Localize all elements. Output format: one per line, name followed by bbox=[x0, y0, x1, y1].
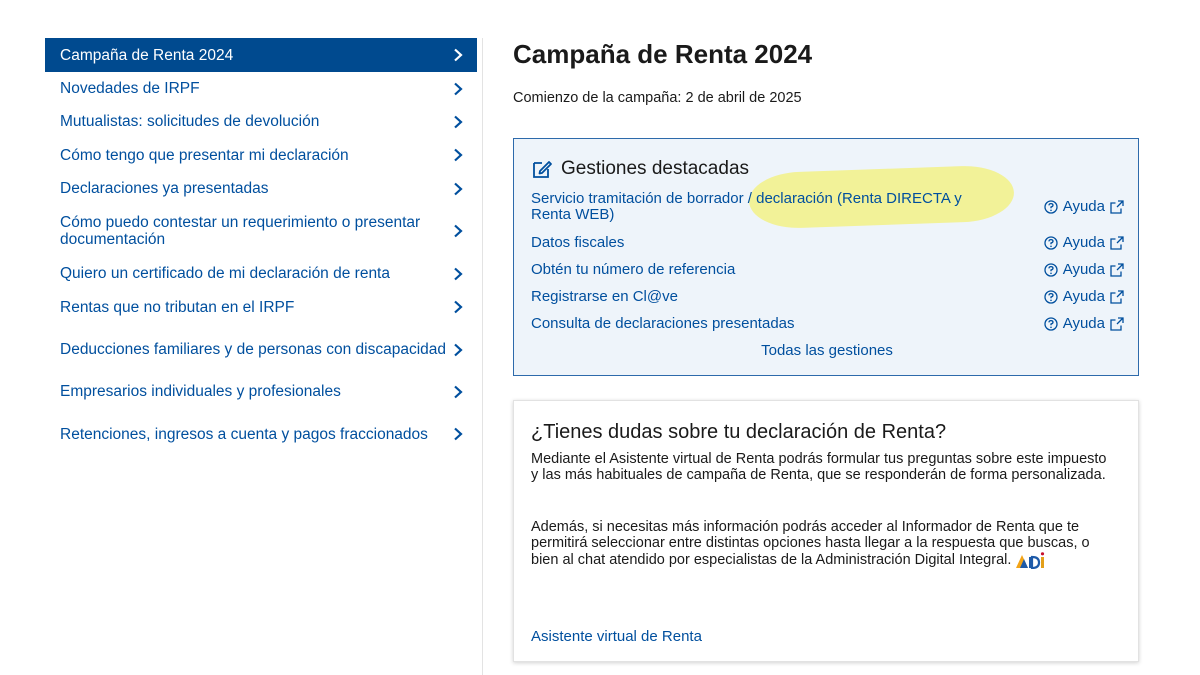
chevron-right-icon bbox=[454, 385, 463, 398]
edit-icon bbox=[533, 161, 552, 178]
sidebar-item-label: Rentas que no tributan en el IRPF bbox=[60, 298, 295, 316]
sidebar-item-declaraciones-presentadas[interactable]: Declaraciones ya presentadas bbox=[45, 172, 477, 205]
chevron-right-icon bbox=[454, 343, 463, 356]
dudas-paragraph-1: Mediante el Asistente virtual de Renta p… bbox=[531, 451, 1107, 483]
ayuda-link[interactable]: Ayuda bbox=[1044, 191, 1124, 223]
sidebar-item-label: Mutualistas: solicitudes de devolución bbox=[60, 113, 320, 130]
external-link-icon bbox=[1110, 290, 1124, 304]
external-link-icon bbox=[1110, 200, 1124, 214]
dudas-title: ¿Tienes dudas sobre tu declaración de Re… bbox=[531, 421, 947, 443]
sidebar-item-label: Retenciones, ingresos a cuenta y pagos f… bbox=[60, 425, 428, 443]
main-content: Campaña de Renta 2024 Comienzo de la cam… bbox=[513, 38, 1139, 662]
question-circle-icon bbox=[1044, 263, 1058, 277]
sidebar-item-campana-renta-2024[interactable]: Campaña de Renta 2024 bbox=[45, 38, 477, 72]
sidebar-item-certificado[interactable]: Quiero un certificado de mi declaración … bbox=[45, 257, 477, 290]
gestion-row: Obtén tu número de referencia Ayuda bbox=[531, 262, 1124, 278]
ayuda-label: Ayuda bbox=[1062, 198, 1105, 215]
chevron-right-icon bbox=[454, 48, 463, 62]
chevron-right-icon bbox=[454, 115, 463, 128]
sidebar-item-label: Cómo tengo que presentar mi declaración bbox=[60, 146, 349, 164]
sidebar-item-como-presentar[interactable]: Cómo tengo que presentar mi declaración bbox=[45, 138, 477, 172]
gestion-row: Consulta de declaraciones presentadas Ay… bbox=[531, 316, 1124, 332]
sidebar-item-label: Deducciones familiares y de personas con… bbox=[60, 341, 446, 358]
ayuda-label: Ayuda bbox=[1062, 315, 1105, 332]
chevron-right-icon bbox=[454, 224, 463, 238]
chevron-right-icon bbox=[454, 267, 463, 280]
sidebar-item-empresarios[interactable]: Empresarios individuales y profesionales bbox=[45, 375, 477, 408]
ayuda-link[interactable]: Ayuda bbox=[1044, 235, 1124, 251]
gestiones-title: Gestiones destacadas bbox=[561, 158, 750, 179]
external-link-icon bbox=[1110, 317, 1124, 331]
dudas-renta-card: ¿Tienes dudas sobre tu declaración de Re… bbox=[513, 400, 1139, 662]
campaign-start-date: Comienzo de la campaña: 2 de abril de 20… bbox=[513, 90, 802, 106]
ayuda-label: Ayuda bbox=[1062, 234, 1105, 251]
adi-logo-icon bbox=[1016, 552, 1045, 569]
dudas-paragraph-2: Además, si necesitas más información pod… bbox=[531, 519, 1111, 569]
external-link-icon bbox=[1110, 263, 1124, 277]
sidebar-item-label: Quiero un certificado de mi declaración … bbox=[60, 265, 390, 282]
sidebar-item-label: Cómo puedo contestar un requerimiento o … bbox=[60, 214, 421, 248]
todas-las-gestiones-link[interactable]: Todas las gestiones bbox=[514, 342, 1140, 359]
sidebar-item-novedades-irpf[interactable]: Novedades de IRPF bbox=[45, 72, 477, 105]
ayuda-label: Ayuda bbox=[1062, 288, 1105, 305]
gestion-link-datos-fiscales[interactable]: Datos fiscales bbox=[531, 235, 1001, 251]
sidebar-item-deducciones[interactable]: Deducciones familiares y de personas con… bbox=[45, 324, 477, 375]
gestion-link-registrarse-clave[interactable]: Registrarse en Cl@ve bbox=[531, 289, 1001, 305]
sidebar-item-label: Campaña de Renta 2024 bbox=[60, 46, 234, 64]
gestion-link-numero-referencia[interactable]: Obtén tu número de referencia bbox=[531, 262, 1001, 278]
gestion-link-servicio-tramitacion[interactable]: Servicio tramitación de borrador / decla… bbox=[531, 191, 1001, 223]
page-title: Campaña de Renta 2024 bbox=[513, 39, 813, 69]
chevron-right-icon bbox=[454, 300, 463, 314]
sidebar-item-retenciones[interactable]: Retenciones, ingresos a cuenta y pagos f… bbox=[45, 408, 477, 460]
sidebar-item-mutualistas[interactable]: Mutualistas: solicitudes de devolución bbox=[45, 105, 477, 138]
sidebar-item-label: Declaraciones ya presentadas bbox=[60, 180, 269, 197]
chevron-right-icon bbox=[454, 427, 463, 441]
gestion-row: Datos fiscales Ayuda bbox=[531, 235, 1124, 251]
dudas-paragraph-2-text: Además, si necesitas más información pod… bbox=[531, 519, 1090, 568]
chevron-right-icon bbox=[454, 82, 463, 95]
sidebar-item-requerimiento[interactable]: Cómo puedo contestar un requerimiento o … bbox=[45, 205, 477, 257]
question-circle-icon bbox=[1044, 290, 1058, 304]
sidebar-item-rentas-no-tributan[interactable]: Rentas que no tributan en el IRPF bbox=[45, 290, 477, 324]
gestion-link-consulta-declaraciones[interactable]: Consulta de declaraciones presentadas bbox=[531, 316, 1001, 332]
ayuda-link[interactable]: Ayuda bbox=[1044, 262, 1124, 278]
gestion-row: Servicio tramitación de borrador / decla… bbox=[531, 191, 1124, 223]
gestiones-destacadas-panel: Gestiones destacadas Servicio tramitació… bbox=[513, 138, 1139, 376]
question-circle-icon bbox=[1044, 200, 1058, 214]
ayuda-link[interactable]: Ayuda bbox=[1044, 289, 1124, 305]
gestiones-heading: Gestiones destacadas bbox=[531, 158, 749, 180]
gestion-row: Registrarse en Cl@ve Ayuda bbox=[531, 289, 1124, 305]
ayuda-link[interactable]: Ayuda bbox=[1044, 316, 1124, 332]
sidebar-item-label: Novedades de IRPF bbox=[60, 80, 200, 97]
asistente-virtual-link[interactable]: Asistente virtual de Renta bbox=[531, 628, 702, 645]
column-divider bbox=[482, 38, 483, 675]
sidebar-item-label: Empresarios individuales y profesionales bbox=[60, 383, 341, 400]
question-circle-icon bbox=[1044, 236, 1058, 250]
external-link-icon bbox=[1110, 236, 1124, 250]
chevron-right-icon bbox=[454, 148, 463, 162]
question-circle-icon bbox=[1044, 317, 1058, 331]
sidebar-nav: Campaña de Renta 2024 Novedades de IRPF … bbox=[45, 38, 477, 460]
ayuda-label: Ayuda bbox=[1062, 261, 1105, 278]
chevron-right-icon bbox=[454, 182, 463, 195]
